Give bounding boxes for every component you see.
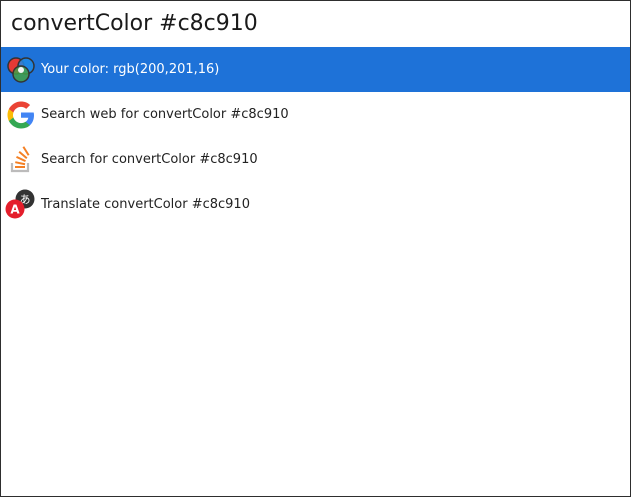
translate-icon: あ A (5, 189, 37, 221)
result-label: Translate convertColor #c8c910 (41, 197, 250, 212)
result-translate[interactable]: あ A Translate convertColor #c8c910 (1, 182, 630, 227)
svg-text:A: A (10, 202, 20, 216)
stackoverflow-icon (5, 144, 37, 176)
result-label: Search web for convertColor #c8c910 (41, 107, 289, 122)
search-query-input[interactable]: convertColor #c8c910 (11, 9, 258, 39)
color-wheel-icon (5, 54, 37, 86)
result-label: Search for convertColor #c8c910 (41, 152, 258, 167)
result-stack-search[interactable]: Search for convertColor #c8c910 (1, 137, 630, 182)
launcher-window: convertColor #c8c910 Your color: rgb(200… (0, 0, 631, 497)
google-icon (5, 99, 37, 131)
results-list: Your color: rgb(200,201,16) Search web f… (1, 47, 630, 227)
result-label: Your color: rgb(200,201,16) (41, 62, 220, 77)
result-color[interactable]: Your color: rgb(200,201,16) (1, 47, 630, 92)
result-web-search[interactable]: Search web for convertColor #c8c910 (1, 92, 630, 137)
